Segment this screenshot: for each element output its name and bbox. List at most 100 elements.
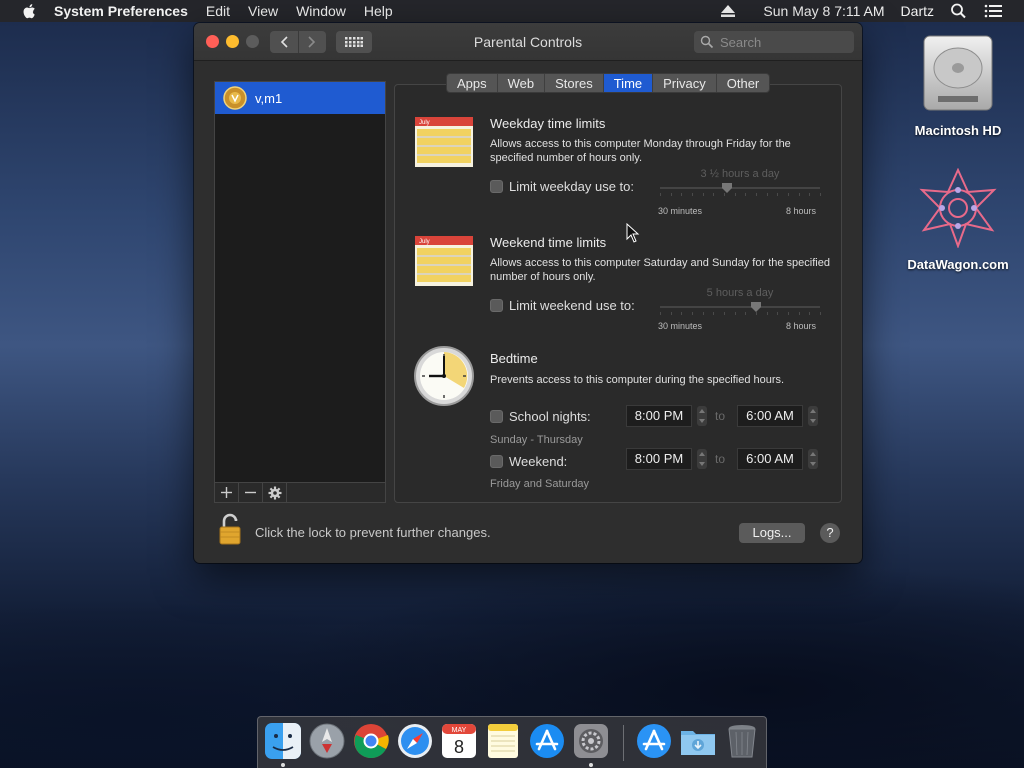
- eject-icon[interactable]: [721, 5, 736, 17]
- bedtime-weekend-from-stepper[interactable]: [697, 449, 707, 469]
- calendar-icon[interactable]: MAY 8: [440, 722, 478, 760]
- school-nights-to-stepper[interactable]: [808, 406, 818, 426]
- weekend-slider-thumb[interactable]: [751, 302, 761, 312]
- app-store-icon[interactable]: [528, 722, 566, 760]
- slider-tick: [756, 312, 757, 315]
- weekday-slider-thumb[interactable]: [722, 183, 733, 193]
- menu-app-name[interactable]: System Preferences: [54, 3, 188, 19]
- weekday-limit-label: Limit weekday use to:: [509, 179, 635, 194]
- tab-privacy[interactable]: Privacy: [652, 74, 716, 92]
- notes-icon[interactable]: [484, 722, 522, 760]
- weekday-limit-checkbox[interactable]: [490, 180, 503, 193]
- chrome-icon[interactable]: [352, 722, 390, 760]
- tab-other[interactable]: Other: [715, 74, 770, 92]
- menubar-clock[interactable]: Sun May 8 7:11 AM: [763, 3, 884, 19]
- menubar-user[interactable]: Dartz: [901, 3, 934, 19]
- slider-tick: [734, 312, 736, 315]
- bedtime-weekend-from-field[interactable]: 8:00 PM: [626, 448, 692, 470]
- app-store-download-icon[interactable]: [635, 722, 673, 760]
- dock-calendar-month: MAY: [452, 727, 467, 734]
- bedtime-weekend-row[interactable]: Weekend:: [490, 454, 567, 469]
- tab-apps[interactable]: Apps: [447, 74, 497, 92]
- trash-icon[interactable]: [723, 722, 761, 760]
- action-menu-button[interactable]: [263, 483, 287, 502]
- hard-drive-icon: [923, 35, 993, 111]
- downloads-folder-icon[interactable]: [679, 722, 717, 760]
- weekend-title: Weekend time limits: [490, 235, 607, 250]
- school-nights-from-field[interactable]: 8:00 PM: [626, 405, 692, 427]
- weekday-range-min: 30 minutes: [658, 206, 703, 216]
- slider-tick: [713, 312, 715, 315]
- stepper-up-icon: [699, 452, 705, 456]
- weekend-limit-row[interactable]: Limit weekend use to:: [490, 298, 635, 313]
- school-nights-checkbox[interactable]: [490, 410, 503, 423]
- calendar-icon: July: [415, 117, 473, 167]
- weekend-limit-checkbox[interactable]: [490, 299, 503, 312]
- menu-edit[interactable]: Edit: [206, 3, 230, 19]
- search-icon: [700, 35, 714, 49]
- running-indicator: [589, 763, 593, 767]
- tab-web[interactable]: Web: [496, 74, 545, 92]
- stepper-down-icon: [810, 462, 816, 466]
- weekday-slider-ticks: [660, 193, 821, 197]
- bedtime-weekend-checkbox[interactable]: [490, 455, 503, 468]
- school-nights-from-stepper[interactable]: [697, 406, 707, 426]
- weekend-slider-track[interactable]: [660, 306, 820, 308]
- safari-icon[interactable]: [396, 722, 434, 760]
- slider-tick: [702, 312, 704, 315]
- mouse-pointer-icon: [626, 223, 640, 243]
- user-list-item[interactable]: v,m1: [215, 82, 385, 114]
- school-nights-to-field[interactable]: 6:00 AM: [737, 405, 803, 427]
- slider-tick: [798, 312, 800, 315]
- weekend-slider-ticks: [660, 312, 821, 316]
- dock-calendar-day: 8: [454, 737, 464, 757]
- slider-tick: [745, 193, 747, 196]
- add-user-button[interactable]: [215, 483, 239, 502]
- weekday-limit-row[interactable]: Limit weekday use to:: [490, 179, 634, 194]
- system-preferences-icon[interactable]: [572, 722, 610, 760]
- slider-tick: [820, 312, 821, 315]
- slider-tick: [809, 312, 811, 315]
- calendar-month: July: [419, 239, 430, 245]
- slider-tick: [660, 193, 661, 196]
- tab-time[interactable]: Time: [602, 74, 653, 92]
- desktop-icon-label: Macintosh HD: [914, 123, 1002, 138]
- school-nights-row[interactable]: School nights:: [490, 409, 591, 424]
- weekday-slider-track[interactable]: [660, 187, 820, 189]
- menu-window[interactable]: Window: [296, 3, 346, 19]
- bedtime-weekend-to-stepper[interactable]: [808, 449, 818, 469]
- apple-icon[interactable]: [20, 2, 40, 20]
- stepper-down-icon: [699, 462, 705, 466]
- help-button[interactable]: ?: [820, 523, 840, 543]
- desktop-icon-macintosh-hd[interactable]: Macintosh HD: [903, 32, 1013, 138]
- slider-tick: [692, 193, 693, 196]
- user-list[interactable]: v,m1: [214, 81, 386, 483]
- launchpad-icon[interactable]: [308, 722, 346, 760]
- weekday-slider-value: 3 ½ hours a day: [700, 168, 780, 180]
- slider-tick: [670, 193, 672, 196]
- desktop-icon-datawagon[interactable]: DataWagon.com: [903, 167, 1013, 272]
- school-nights-label: School nights:: [509, 409, 591, 424]
- remove-user-button[interactable]: [239, 483, 263, 502]
- slider-tick: [788, 193, 789, 196]
- bedtime-description: Prevents access to this computer during …: [490, 374, 785, 386]
- search-input[interactable]: Search: [694, 31, 854, 53]
- dock-separator: [623, 725, 624, 761]
- notification-center-icon[interactable]: [984, 3, 1002, 19]
- spotlight-icon[interactable]: [950, 3, 968, 19]
- slider-tick: [681, 312, 683, 315]
- slider-tick: [766, 312, 768, 315]
- slider-tick: [820, 193, 821, 196]
- bedtime-weekend-label: Weekend:: [509, 454, 568, 469]
- tab-stores[interactable]: Stores: [544, 74, 603, 92]
- time-limits-panel: July Weekday time limits Allows access t…: [394, 84, 842, 503]
- menu-help[interactable]: Help: [364, 3, 393, 19]
- bedtime-weekend-to-field[interactable]: 6:00 AM: [737, 448, 803, 470]
- menu-view[interactable]: View: [248, 3, 278, 19]
- slider-tick: [788, 312, 789, 315]
- finder-icon[interactable]: [264, 722, 302, 760]
- slider-tick: [766, 193, 768, 196]
- logs-button[interactable]: Logs...: [739, 523, 805, 543]
- title-bar[interactable]: Parental Controls Search: [194, 23, 862, 61]
- lock-icon[interactable]: [218, 513, 242, 545]
